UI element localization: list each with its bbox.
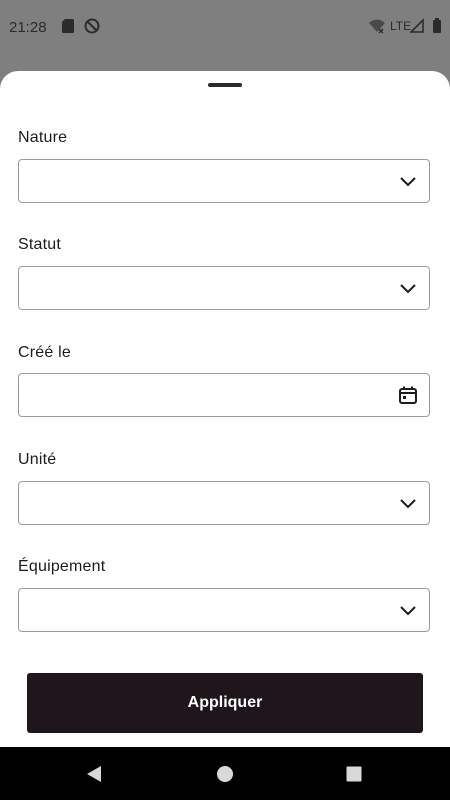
sd-card-icon xyxy=(62,19,74,33)
battery-icon xyxy=(433,18,441,33)
status-time: 21:28 xyxy=(9,19,47,36)
chevron-down-icon xyxy=(400,499,416,509)
equipement-label: Équipement xyxy=(18,558,106,575)
chevron-down-icon xyxy=(400,606,416,616)
drag-handle[interactable] xyxy=(208,83,242,87)
chevron-down-icon xyxy=(400,177,416,187)
data-saver-icon xyxy=(84,18,100,34)
recents-button[interactable] xyxy=(324,747,384,800)
filter-bottom-sheet: Nature Statut Créé le Unité Équipement A… xyxy=(0,71,450,747)
home-button[interactable] xyxy=(195,747,255,800)
signal-icon xyxy=(410,18,424,33)
nature-select[interactable] xyxy=(18,159,430,203)
navigation-bar xyxy=(0,747,450,800)
equipement-select[interactable] xyxy=(18,588,430,632)
recents-square-icon xyxy=(346,766,362,781)
status-bar: 21:28 LTE xyxy=(0,0,450,54)
network-type-label: LTE xyxy=(390,19,412,33)
statut-label: Statut xyxy=(18,236,62,253)
statut-select[interactable] xyxy=(18,266,430,310)
back-triangle-icon xyxy=(87,765,101,782)
chevron-down-icon xyxy=(400,284,416,294)
wifi-icon xyxy=(369,19,385,34)
created-date-label: Créé le xyxy=(18,344,71,361)
back-button[interactable] xyxy=(64,747,124,800)
unite-select[interactable] xyxy=(18,481,430,525)
apply-button[interactable]: Appliquer xyxy=(27,673,423,733)
nature-label: Nature xyxy=(18,129,68,146)
created-date-input[interactable] xyxy=(18,373,430,417)
unite-label: Unité xyxy=(18,451,57,468)
home-circle-icon xyxy=(217,765,233,782)
calendar-icon[interactable] xyxy=(398,385,418,405)
